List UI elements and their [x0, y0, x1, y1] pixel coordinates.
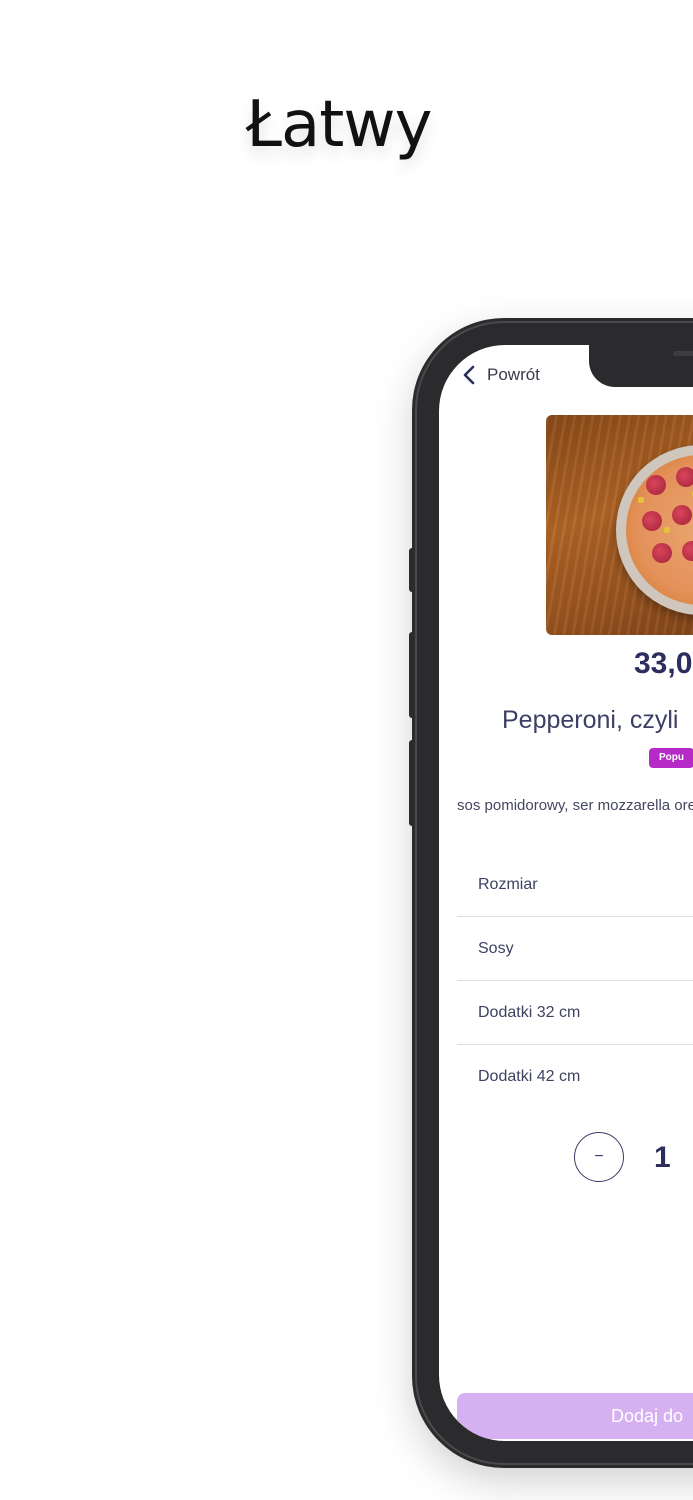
option-toppings-42[interactable]: Dodatki 42 cm: [457, 1045, 693, 1108]
minus-icon: −: [594, 1148, 604, 1165]
phone-silent-switch: [409, 548, 414, 592]
pepperoni-slice: [676, 467, 693, 487]
popular-badge: Popu: [649, 748, 693, 768]
chevron-left-icon: [463, 365, 475, 385]
promo-page: Łatwy Powrót 33,0 Pepperoni, czyli Popu …: [0, 0, 693, 1500]
product-price: 33,0: [634, 647, 693, 680]
pepperoni-slice: [642, 511, 662, 531]
option-sauces[interactable]: Sosy: [457, 917, 693, 981]
pepperoni-slice: [652, 543, 672, 563]
pepperoni-slice: [646, 475, 666, 495]
add-to-cart-button[interactable]: Dodaj do: [457, 1393, 693, 1439]
back-label: Powrót: [487, 365, 540, 384]
topping-piece: [638, 497, 644, 503]
option-size[interactable]: Rozmiar: [457, 853, 693, 917]
phone-speaker: [673, 351, 693, 356]
app-screen: Powrót 33,0 Pepperoni, czyli Popu sos po…: [439, 345, 693, 1441]
product-description: sos pomidorowy, ser mozzarella oregano: [457, 797, 693, 814]
decrease-quantity-button[interactable]: −: [574, 1132, 624, 1182]
quantity-value: 1: [654, 1141, 671, 1174]
back-button[interactable]: Powrót: [463, 365, 540, 385]
product-title: Pepperoni, czyli: [502, 706, 679, 734]
pepperoni-slice: [672, 505, 692, 525]
product-image: [546, 415, 693, 635]
phone-volume-down-button: [409, 740, 414, 826]
phone-volume-up-button: [409, 632, 414, 718]
options-list: Rozmiar Sosy Dodatki 32 cm Dodatki 42 cm: [457, 853, 693, 1108]
option-toppings-32[interactable]: Dodatki 32 cm: [457, 981, 693, 1045]
topping-piece: [664, 527, 670, 533]
phone-frame: Powrót 33,0 Pepperoni, czyli Popu sos po…: [409, 318, 693, 1468]
promo-headline: Łatwy: [246, 88, 432, 162]
